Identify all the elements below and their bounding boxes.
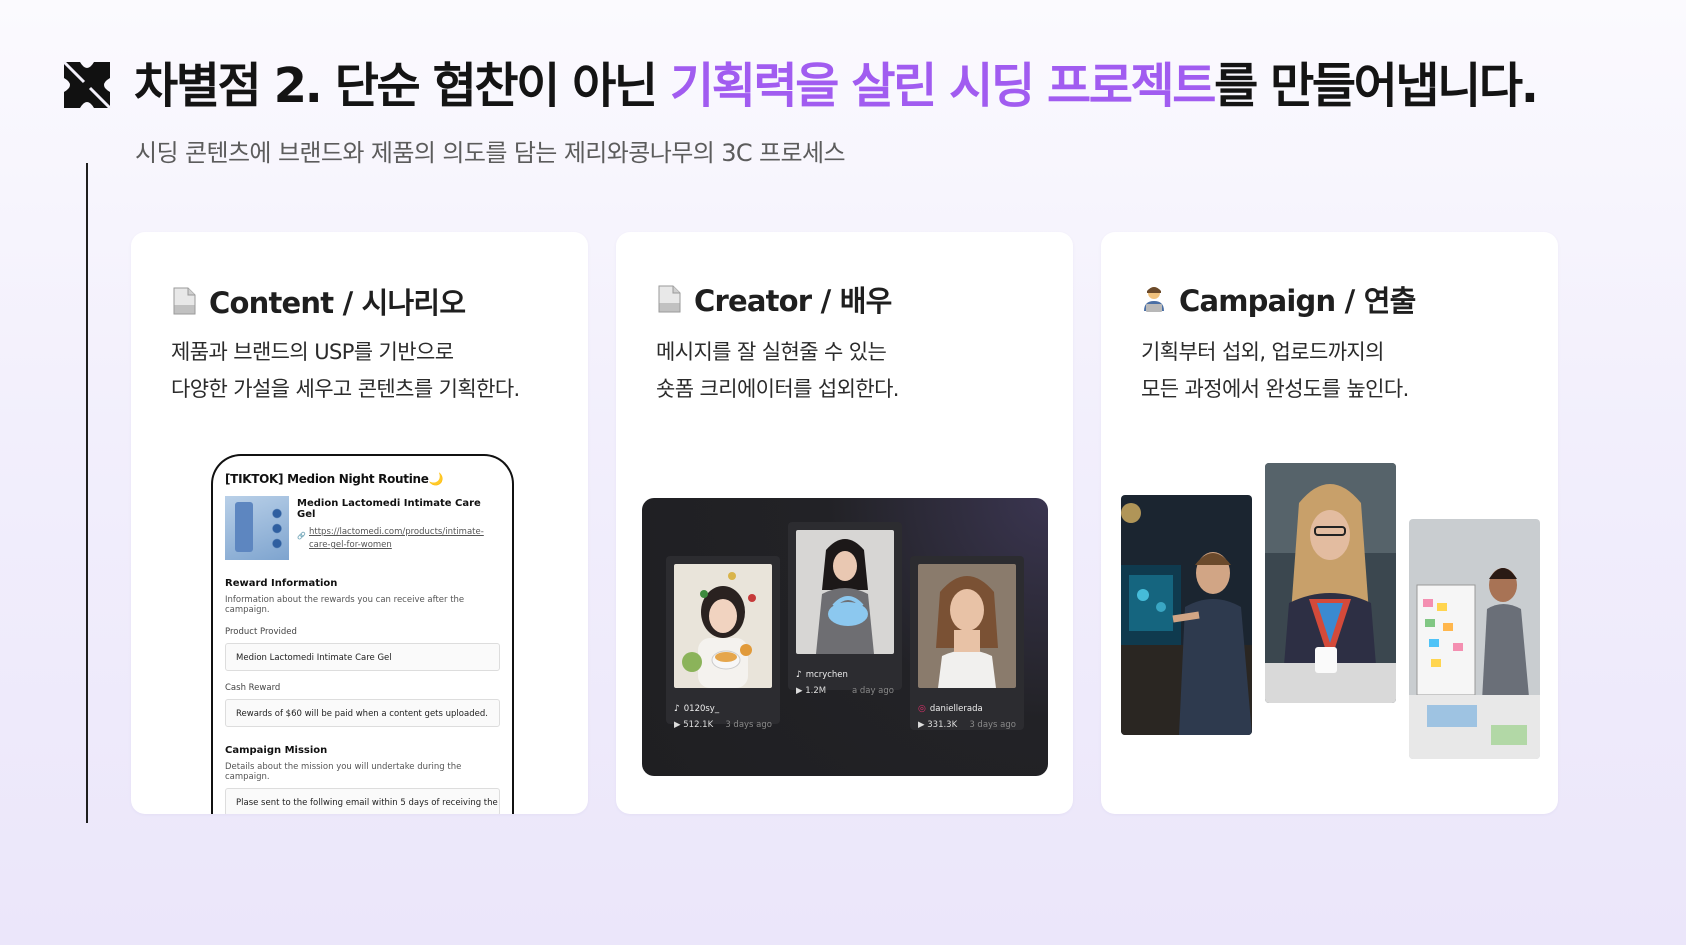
creator-card-item[interactable]: ♪ 0120sy_ ▶ 512.1K 3 days ago [666,556,780,730]
campaign-photo-office [1121,495,1252,735]
mission-heading: Campaign Mission [225,745,328,756]
mission-subtitle: Details about the mission you will under… [225,762,462,782]
card-title: Campaign / 연출 [1141,278,1416,320]
card-description: 메시지를 잘 실현줄 수 있는 숏폼 크리에이터를 섭외한다. [656,340,899,401]
divider-line [86,163,88,823]
campaign-photo-presenter [1409,519,1540,759]
creator-stats: ▶ 331.3K 3 days ago [918,720,1016,730]
product-label: Product Provided [225,627,297,637]
tiktok-icon: ♪ [674,704,680,714]
technologist-icon [1144,287,1164,312]
creator-name: ◎ daniellerada [918,704,983,714]
creator-name: ♪ mcrychen [796,670,848,680]
product-field[interactable]: Medion Lactomedi Intimate Care Gel [225,643,500,671]
creator-card: Creator / 배우 메시지를 잘 실현줄 수 있는 숏폼 크리에이터를 섭… [616,232,1073,814]
product-row: Medion Lactomedi Intimate Care Gel https… [225,496,500,560]
mission-field[interactable]: Plase sent to the follwing email within … [225,788,500,814]
page-title: 차별점 2. 단순 협찬이 아닌 기획력을 살린 시딩 프로젝트를 만들어냅니다… [134,58,1539,114]
card-title: Content / 시나리오 [171,280,466,322]
product-link[interactable]: https://lactomedi.com/products/intimate-… [297,526,487,552]
page-icon [173,287,196,315]
cash-field[interactable]: Rewards of $60 will be paid when a conte… [225,699,500,727]
creator-panel: ♪ 0120sy_ ▶ 512.1K 3 days ago ♪ mcrychen ▶ … [642,498,1048,776]
phone-mockup: [TIKTOK] Medion Night Routine🌙 Medion La… [211,454,514,814]
campaign-title: [TIKTOK] Medion Night Routine🌙 [225,472,444,486]
creator-stats: ▶ 1.2M a day ago [796,686,894,696]
cash-label: Cash Reward [225,683,281,693]
product-thumbnail [225,496,289,560]
creator-stats: ▶ 512.1K 3 days ago [674,720,772,730]
tiktok-icon: ♪ [796,670,802,680]
card-description: 제품과 브랜드의 USP를 기반으로 다양한 가설을 세우고 콘텐츠를 기획한다… [171,340,520,401]
creator-photo [918,564,1016,688]
content-card: Content / 시나리오 제품과 브랜드의 USP를 기반으로 다양한 가설… [131,232,588,814]
page-icon [658,285,681,313]
page-subtitle: 시딩 콘텐츠에 브랜드와 제품의 의도를 담는 제리와콩나무의 3C 프로세스 [135,139,846,167]
product-name: Medion Lactomedi Intimate Care Gel [297,498,481,520]
card-description: 기획부터 섭외, 업로드까지의 모든 과정에서 완성도를 높인다. [1141,340,1409,401]
reward-subtitle: Information about the rewards you can re… [225,595,465,615]
instagram-icon: ◎ [918,704,926,714]
creator-photo [796,530,894,654]
jellyboo-logo-icon [62,60,112,110]
creator-photo [674,564,772,688]
campaign-photo-woman [1265,463,1396,703]
campaign-card: Campaign / 연출 기획부터 섭외, 업로드까지의 모든 과정에서 완성… [1101,232,1558,814]
creator-card-item[interactable]: ♪ mcrychen ▶ 1.2M a day ago [788,522,902,696]
reward-heading: Reward Information [225,578,338,589]
card-title: Creator / 배우 [656,278,892,320]
creator-card-item[interactable]: ◎ daniellerada ▶ 331.3K 3 days ago [910,556,1024,730]
creator-name: ♪ 0120sy_ [674,704,720,714]
title-highlight: 기획력을 살린 시딩 프로젝트 [670,58,1216,114]
